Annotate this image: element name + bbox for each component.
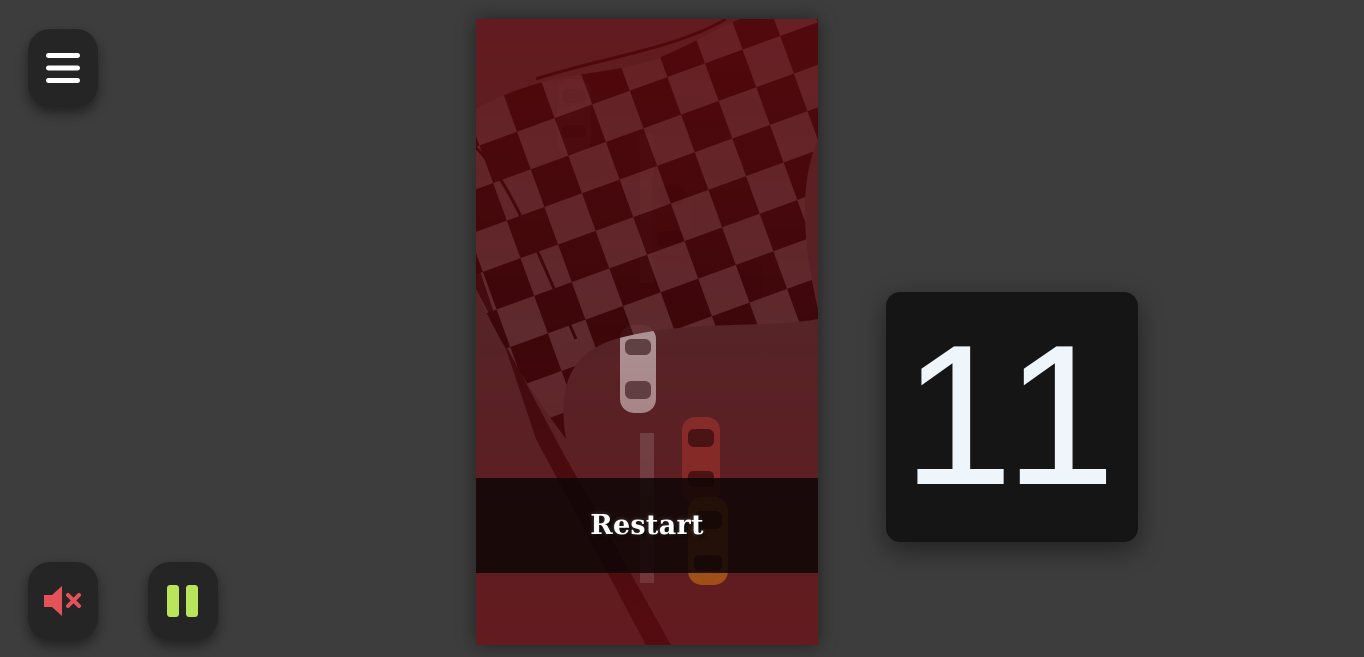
restart-button[interactable]: Restart [476, 478, 818, 573]
restart-label: Restart [590, 510, 704, 541]
pause-icon [167, 585, 198, 617]
pause-button[interactable] [148, 562, 218, 640]
score-value: 11 [902, 304, 1122, 527]
game-board[interactable]: Restart [476, 19, 818, 645]
mute-button[interactable] [28, 562, 98, 640]
hamburger-menu-icon [46, 53, 80, 83]
score-display: 11 [886, 292, 1138, 542]
speaker-muted-icon [44, 586, 81, 616]
menu-button[interactable] [28, 29, 98, 107]
